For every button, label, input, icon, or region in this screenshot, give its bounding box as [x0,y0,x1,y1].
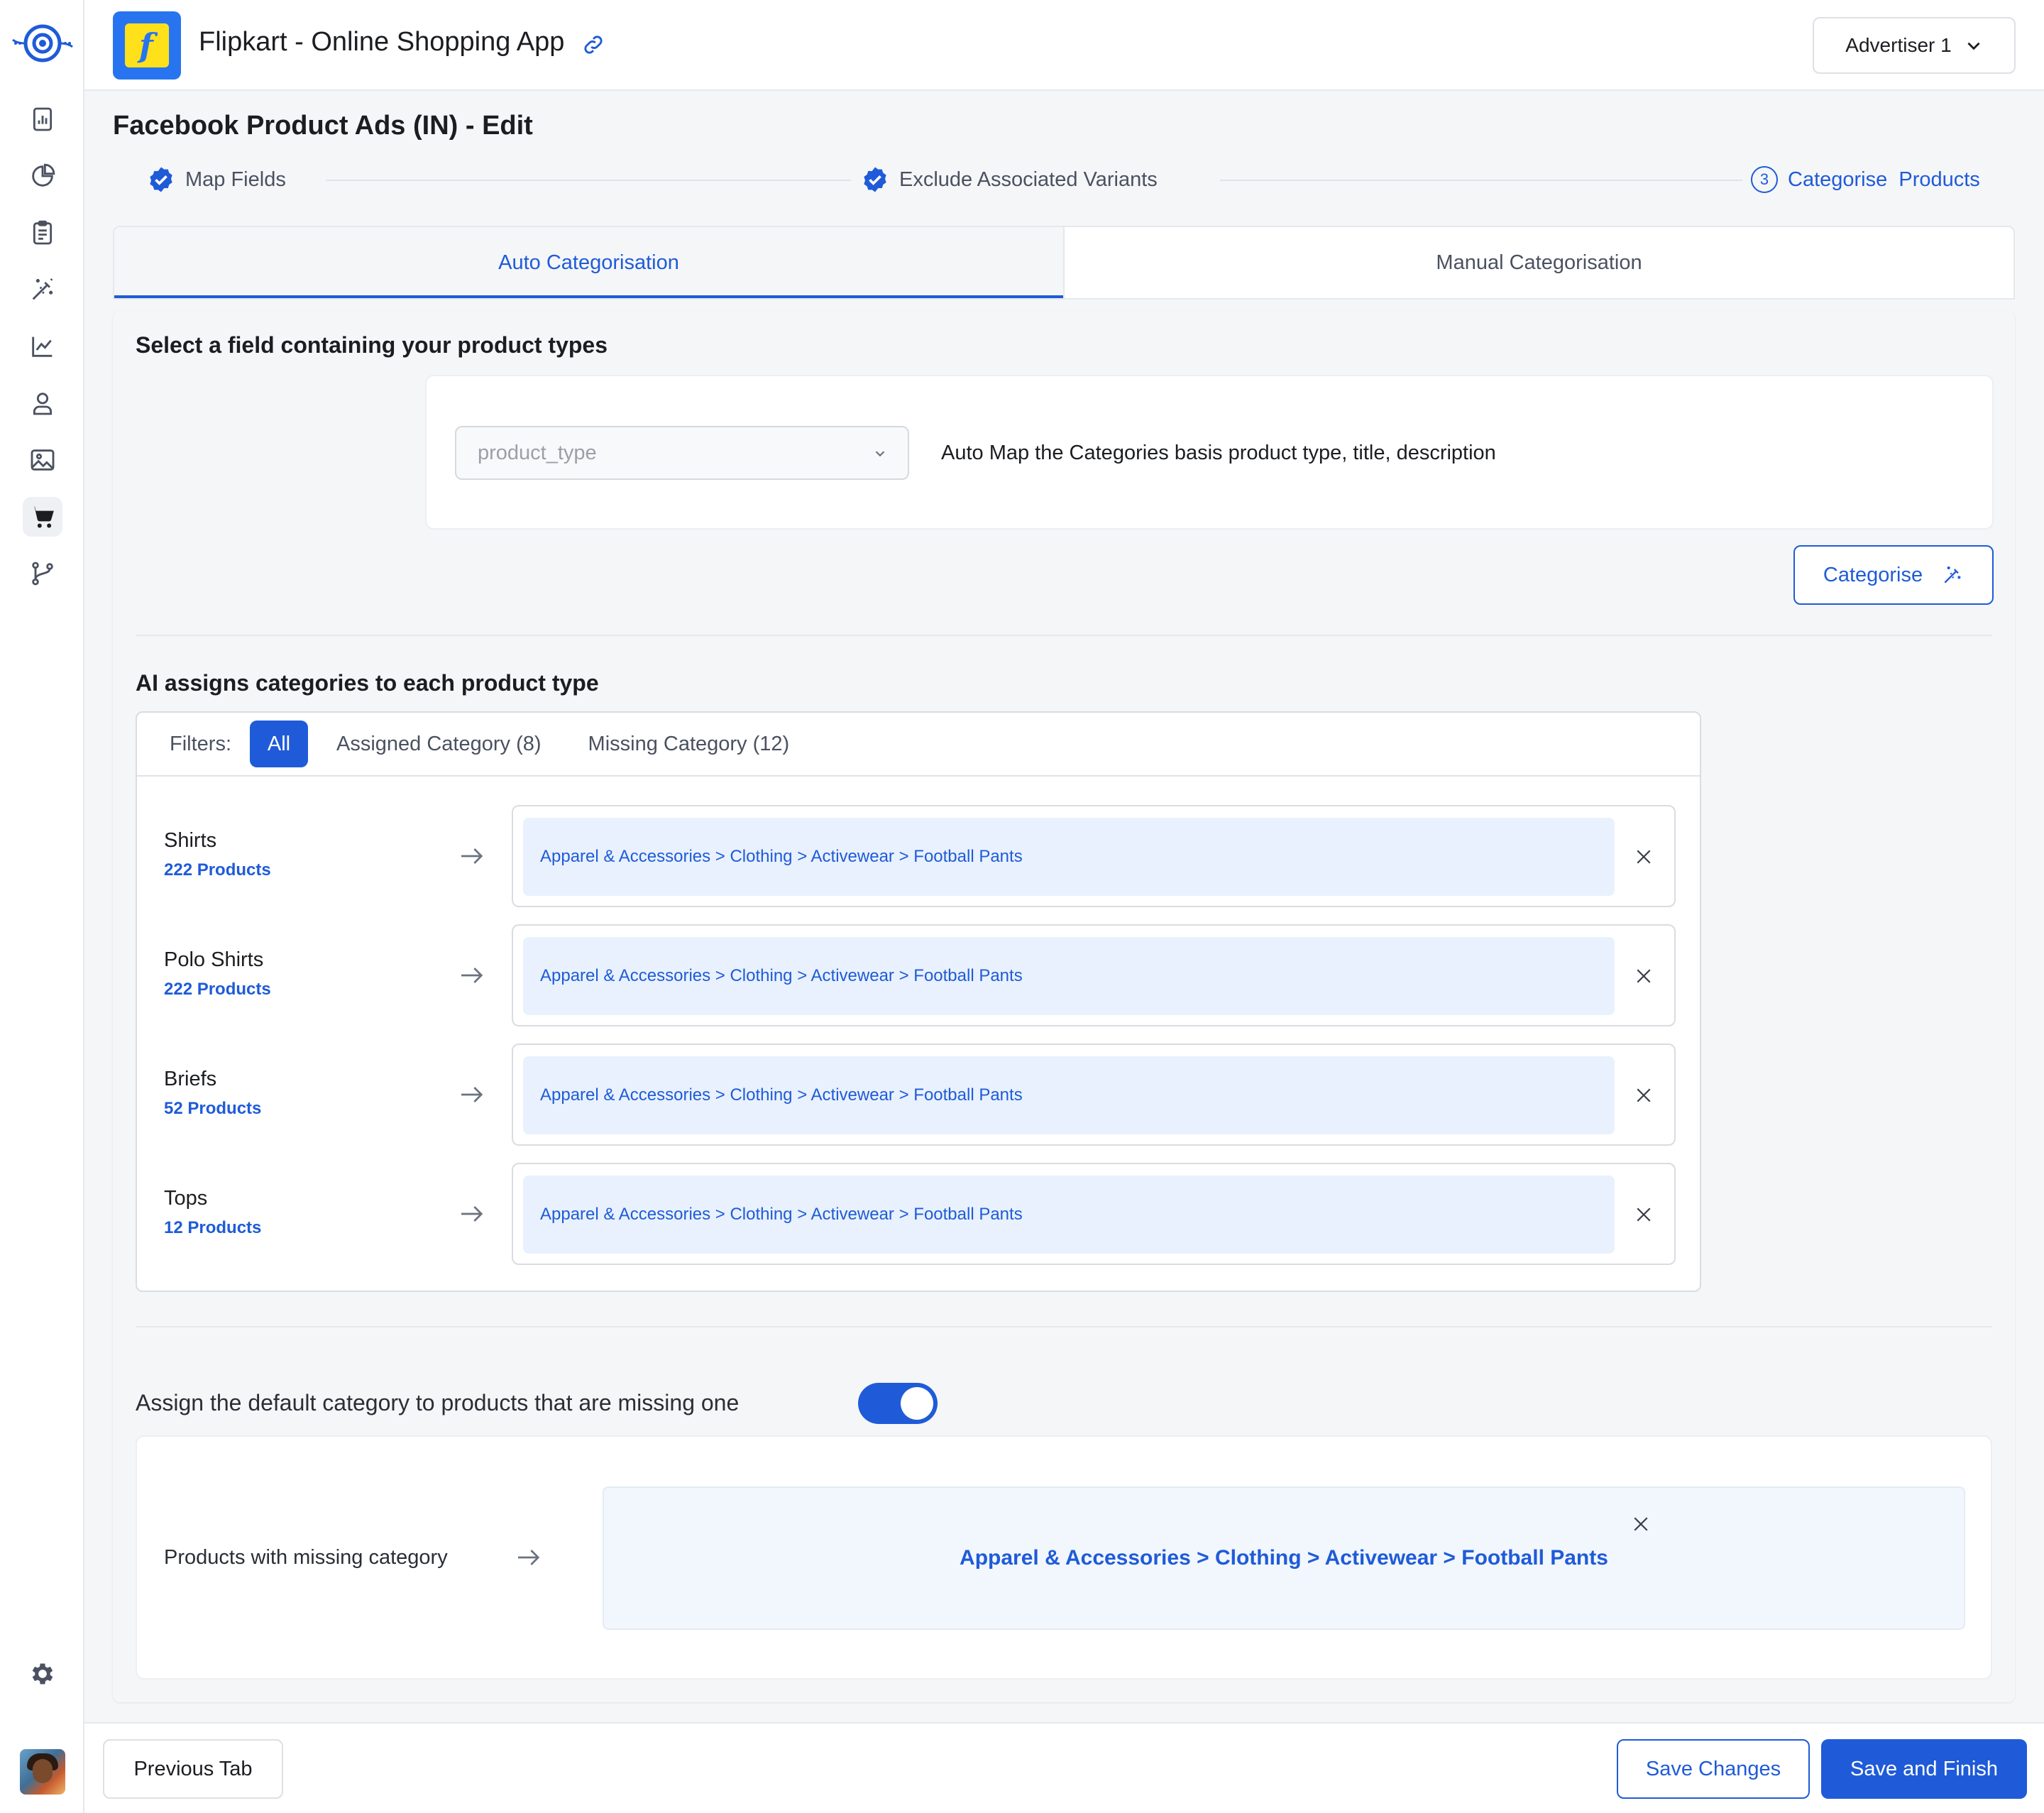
user-avatar[interactable] [20,1749,65,1795]
tab-auto-categorisation[interactable]: Auto Categorisation [114,227,1063,298]
tab-manual-categorisation[interactable]: Manual Categorisation [1063,227,2013,298]
close-icon[interactable] [1633,1085,1654,1106]
pie-chart-icon[interactable] [23,156,62,196]
category-card: Apparel & Accessories > Clothing > Activ… [512,1163,1676,1265]
filter-all[interactable]: All [250,721,308,767]
product-type-name: Polo Shirts [164,948,264,971]
close-icon[interactable] [1633,846,1654,867]
app-title: Flipkart - Online Shopping App [199,27,565,57]
advertiser-label: Advertiser 1 [1845,34,1952,56]
filters-label: Filters: [170,732,231,755]
category-path[interactable]: Apparel & Accessories > Clothing > Activ… [523,1176,1615,1254]
step-exclude-variants[interactable]: Exclude Associated Variants [852,155,1166,204]
top-bar: f Flipkart - Online Shopping App Adverti… [84,0,2044,91]
product-count[interactable]: 12 Products [164,1218,261,1238]
report-icon[interactable] [23,99,62,139]
categorise-button-label: Categorise [1823,563,1923,586]
sidebar [0,0,84,1813]
category-card: Apparel & Accessories > Clothing > Activ… [512,805,1676,907]
magic-wand-icon [1944,566,1961,584]
advertiser-dropdown[interactable]: Advertiser 1 [1813,17,2016,74]
product-count[interactable]: 222 Products [164,860,271,880]
clipboard-icon[interactable] [23,213,62,253]
eye-logo-icon[interactable] [10,18,75,68]
cart-icon[interactable] [23,497,62,537]
select-placeholder: product_type [478,441,597,464]
auto-categorisation-panel: Select a field containing your product t… [113,311,2015,1702]
stepper: Map Fields Exclude Associated Variants 3… [113,155,2015,204]
default-category-path: Apparel & Accessories > Clothing > Activ… [960,1546,1608,1570]
product-type-name: Shirts [164,829,217,852]
default-category-toggle[interactable] [858,1383,938,1424]
product-type-name: Tops [164,1187,208,1210]
chevron-down-icon [875,451,885,457]
step-label: Exclude Associated Variants [899,168,1158,191]
check-badge-icon [150,167,172,192]
default-category-box[interactable]: Apparel & Accessories > Clothing > Activ… [603,1486,1965,1630]
main-content: Facebook Product Ads (IN) - Edit Map Fie… [84,91,2044,1722]
arrow-right-icon [461,1206,483,1222]
step-categorise-products[interactable]: 3 Categorise Products [1742,155,1989,204]
check-badge-icon [864,167,886,192]
flipkart-logo: f [113,11,181,80]
product-count[interactable]: 222 Products [164,980,271,999]
mapping-row: Polo Shirts 222 Products Apparel & Acces… [137,924,1700,1026]
field-card: product_type Auto Map the Categories bas… [425,375,1994,530]
previous-tab-button[interactable]: Previous Tab [103,1739,283,1799]
save-and-finish-button[interactable]: Save and Finish [1821,1739,2027,1799]
magic-wand-icon[interactable] [23,270,62,310]
mapping-row: Shirts 222 Products Apparel & Accessorie… [137,805,1700,907]
product-type-select[interactable]: product_type [455,426,909,480]
chevron-down-icon [1967,42,1980,50]
step-label: Categorise Products [1788,168,1980,191]
filter-assigned-category[interactable]: Assigned Category (8) [336,733,542,756]
field-description: Auto Map the Categories basis product ty… [941,442,1496,464]
link-icon[interactable] [581,33,605,57]
page-title: Facebook Product Ads (IN) - Edit [113,111,533,141]
filter-missing-category[interactable]: Missing Category (12) [588,733,790,756]
git-branch-icon[interactable] [23,554,62,593]
save-changes-button[interactable]: Save Changes [1617,1739,1810,1799]
step-number: 3 [1751,166,1778,193]
gear-icon[interactable] [23,1654,62,1694]
mapping-row: Tops 12 Products Apparel & Accessories >… [137,1163,1700,1265]
step-map-fields[interactable]: Map Fields [138,155,295,204]
category-path[interactable]: Apparel & Accessories > Clothing > Activ… [523,818,1615,896]
ai-section-title: AI assigns categories to each product ty… [136,670,599,696]
default-category-card: Products with missing category Apparel &… [136,1435,1992,1680]
category-card: Apparel & Accessories > Clothing > Activ… [512,924,1676,1026]
categorise-button[interactable]: Categorise [1793,545,1994,605]
close-icon[interactable] [1633,965,1654,987]
category-path[interactable]: Apparel & Accessories > Clothing > Activ… [523,1056,1615,1134]
user-icon[interactable] [23,383,62,423]
close-icon[interactable] [1630,1513,1652,1535]
product-type-name: Briefs [164,1068,217,1090]
toggle-knob [901,1387,933,1420]
arrow-right-icon [461,848,483,864]
section-divider [136,1326,1992,1327]
mapping-row: Briefs 52 Products Apparel & Accessories… [137,1044,1700,1146]
step-connector [326,180,851,181]
category-path[interactable]: Apparel & Accessories > Clothing > Activ… [523,937,1615,1015]
product-count[interactable]: 52 Products [164,1099,261,1119]
filters-bar: Filters: All Assigned Category (8) Missi… [137,713,1700,777]
footer-bar: Previous Tab Save Changes Save and Finis… [84,1722,2044,1813]
image-icon[interactable] [23,440,62,480]
categorisation-tabs: Auto Categorisation Manual Categorisatio… [113,226,2015,300]
field-section-title: Select a field containing your product t… [136,332,608,358]
step-label: Map Fields [185,168,286,191]
section-divider [136,635,1992,636]
category-card: Apparel & Accessories > Clothing > Activ… [512,1044,1676,1146]
arrow-right-icon [461,1087,483,1102]
arrow-right-icon [461,968,483,983]
arrow-right-icon [518,1550,540,1565]
default-category-toggle-label: Assign the default category to products … [136,1390,740,1415]
close-icon[interactable] [1633,1204,1654,1225]
category-mapping-table: Filters: All Assigned Category (8) Missi… [136,711,1701,1292]
missing-category-label: Products with missing category [164,1546,448,1569]
line-chart-icon[interactable] [23,327,62,366]
